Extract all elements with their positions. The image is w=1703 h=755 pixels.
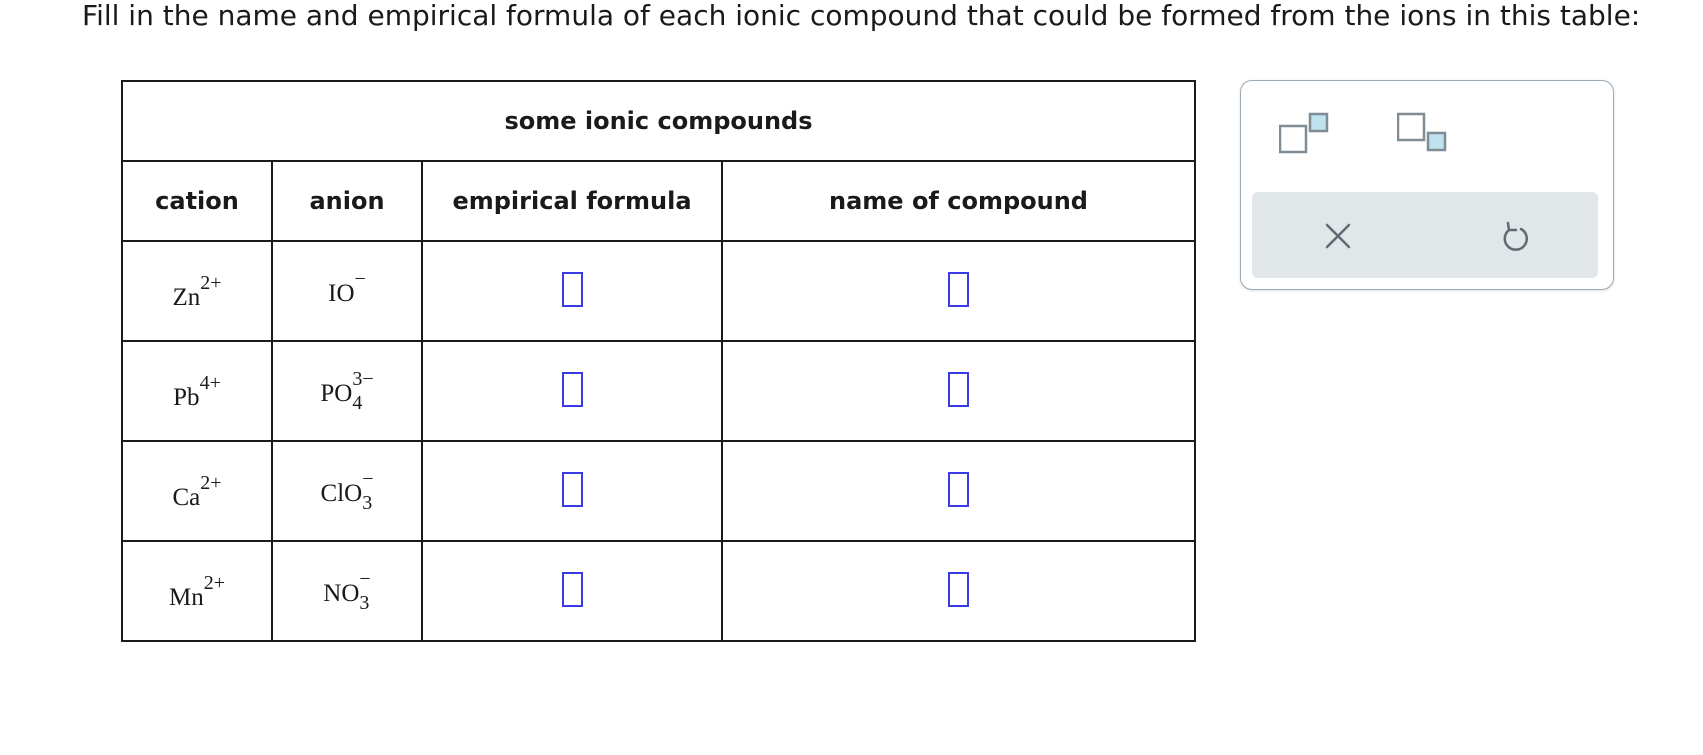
compound-name-input[interactable] [948,571,969,607]
cation-ion: Mn 2+ [169,573,225,610]
cation-ion: Ca 2+ [172,473,221,510]
table-row: Mn 2+ NO − 3 [121,540,1196,642]
subscript-button[interactable] [1396,111,1449,155]
cation-cell: Mn 2+ [121,540,273,642]
formula-cell [421,240,723,342]
name-cell [721,240,1196,342]
header-compound-name: name of compound [721,160,1196,242]
name-cell [721,540,1196,642]
clear-icon [1325,223,1351,249]
anion-cell: NO − 3 [271,540,423,642]
name-cell [721,440,1196,542]
anion-ion: ClO − 3 [321,469,374,513]
cation-ion: Pb 4+ [173,373,221,410]
anion-symbol: IO [328,280,355,307]
anion-ion: NO − 3 [323,569,370,613]
name-cell [721,340,1196,442]
header-cation: cation [121,160,273,242]
header-empirical-formula: empirical formula [421,160,723,242]
formula-cell [421,540,723,642]
compound-name-input[interactable] [948,371,969,407]
anion-subscript: 3 [362,492,373,514]
anion-charge: − [362,468,374,490]
cation-charge: 4+ [199,371,221,394]
clear-button[interactable] [1322,220,1354,252]
table-row: Zn 2+ IO − [121,240,1196,342]
empirical-formula-input[interactable] [561,471,583,507]
anion-ion: PO 3− 4 [320,369,373,413]
cation-charge: 2+ [200,471,222,494]
table-caption: some ionic compounds [121,80,1196,162]
superscript-button[interactable] [1278,111,1331,155]
cation-cell: Zn 2+ [121,240,273,342]
anion-symbol: ClO [320,480,363,507]
cation-cell: Pb 4+ [121,340,273,442]
table-row: Ca 2+ ClO − 3 [121,440,1196,542]
compound-name-input[interactable] [948,271,969,307]
header-anion: anion [271,160,423,242]
empirical-formula-input[interactable] [561,271,583,307]
empirical-formula-input[interactable] [561,371,583,407]
cation-symbol: Zn [172,283,201,311]
table-row: Pb 4+ PO 3− 4 [121,340,1196,442]
cation-symbol: Mn [168,583,204,611]
cation-symbol: Ca [172,483,201,511]
anion-cell: IO − [271,240,423,342]
empirical-formula-input[interactable] [561,571,583,607]
anion-symbol: PO [320,380,353,407]
math-toolbar-panel [1240,80,1614,290]
anion-charge: − [359,568,371,590]
anion-symbol: NO [323,580,360,607]
cation-charge: 2+ [200,271,222,294]
ionic-compounds-table: some ionic compounds cation anion empiri… [121,80,1196,642]
undo-icon [1503,221,1528,251]
cation-symbol: Pb [173,383,200,411]
undo-button[interactable] [1498,219,1532,253]
anion-subscript: 4 [352,392,363,414]
anion-cell: PO 3− 4 [271,340,423,442]
anion-cell: ClO − 3 [271,440,423,542]
superscript-icon [1278,112,1329,154]
instructions-text: Fill in the name and empirical formula o… [82,0,1641,32]
anion-ion: IO − [328,269,366,313]
cation-cell: Ca 2+ [121,440,273,542]
compound-name-input[interactable] [948,471,969,507]
anion-charge: 3− [352,368,374,390]
formula-cell [421,340,723,442]
formula-cell [421,440,723,542]
cation-ion: Zn 2+ [172,273,221,310]
subscript-icon [1396,112,1447,152]
anion-charge: − [354,268,366,290]
cation-charge: 2+ [203,571,225,594]
anion-subscript: 3 [359,592,370,614]
toolbar-action-strip [1252,192,1598,278]
